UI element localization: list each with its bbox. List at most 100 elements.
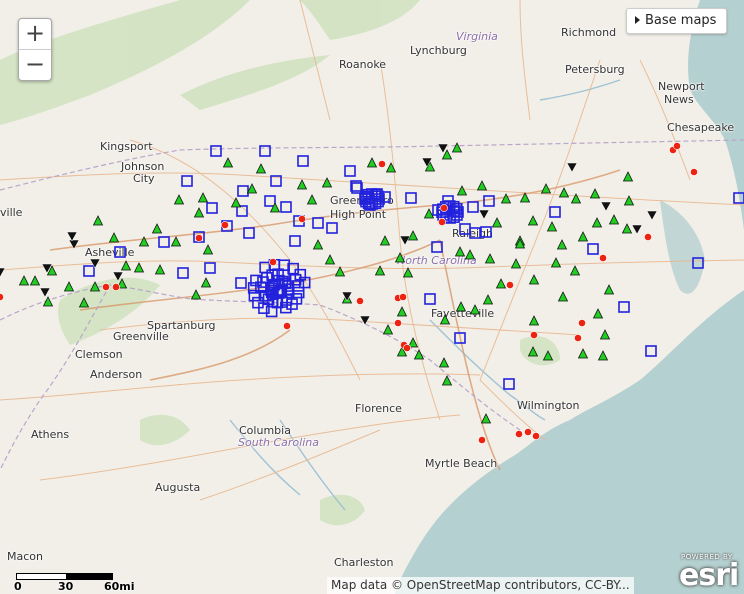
triangle-marker[interactable] [120,260,132,271]
triangle-marker[interactable] [423,208,435,219]
circle-marker[interactable] [403,344,411,352]
triangle-marker[interactable] [556,239,568,250]
triangle-marker[interactable] [321,177,333,188]
square-marker[interactable] [692,257,704,269]
triangle-marker[interactable] [542,350,554,361]
square-marker[interactable] [405,192,417,204]
square-marker[interactable] [236,205,248,217]
triangle-marker[interactable] [18,275,30,286]
triangle-marker[interactable] [197,192,209,203]
square-marker[interactable] [210,145,222,157]
square-marker[interactable] [549,206,561,218]
triangle-marker[interactable] [621,223,633,234]
circle-marker[interactable] [690,168,698,176]
square-marker[interactable] [280,201,292,213]
down-triangle-marker[interactable] [66,231,78,242]
circle-marker[interactable] [599,254,607,262]
triangle-marker[interactable] [394,252,406,263]
triangle-marker[interactable] [269,202,281,213]
square-marker[interactable] [206,202,218,214]
triangle-marker[interactable] [608,214,620,225]
triangle-marker[interactable] [456,185,468,196]
circle-marker[interactable] [399,293,407,301]
triangle-marker[interactable] [396,306,408,317]
down-triangle-marker[interactable] [600,201,612,212]
square-marker[interactable] [312,217,324,229]
triangle-marker[interactable] [385,162,397,173]
square-marker[interactable] [326,222,338,234]
triangle-marker[interactable] [622,171,634,182]
triangle-marker[interactable] [92,215,104,226]
square-marker[interactable] [483,195,495,207]
triangle-marker[interactable] [546,221,558,232]
triangle-marker[interactable] [402,267,414,278]
triangle-marker[interactable] [482,294,494,305]
zoom-out-button[interactable]: − [19,49,51,80]
down-triangle-marker[interactable] [631,224,643,235]
triangle-marker[interactable] [510,258,522,269]
triangle-marker[interactable] [519,192,531,203]
triangle-marker[interactable] [439,314,451,325]
triangle-marker[interactable] [592,308,604,319]
triangle-marker[interactable] [413,349,425,360]
triangle-marker[interactable] [591,217,603,228]
square-marker[interactable] [270,175,282,187]
down-triangle-marker[interactable] [478,209,490,220]
triangle-marker[interactable] [173,194,185,205]
circle-marker[interactable] [0,293,4,301]
triangle-marker[interactable] [374,265,386,276]
triangle-marker[interactable] [441,375,453,386]
triangle-marker[interactable] [577,348,589,359]
circle-marker[interactable] [578,319,586,327]
triangle-marker[interactable] [154,264,166,275]
square-marker[interactable] [83,265,95,277]
circle-marker[interactable] [532,432,540,440]
zoom-in-button[interactable]: + [19,19,51,49]
triangle-marker[interactable] [484,253,496,264]
circle-marker[interactable] [269,258,277,266]
square-marker[interactable] [645,345,657,357]
triangle-marker[interactable] [469,304,481,315]
triangle-marker[interactable] [495,278,507,289]
triangle-marker[interactable] [480,413,492,424]
triangle-marker[interactable] [597,350,609,361]
down-triangle-marker[interactable] [341,291,353,302]
square-marker[interactable] [292,280,305,292]
circle-marker[interactable] [102,283,110,291]
square-marker[interactable] [237,185,249,197]
down-triangle-marker[interactable] [0,267,6,278]
square-marker[interactable] [114,246,126,258]
map-view[interactable]: Lynchburg Virginia Richmond Roanoke Petersbu… [0,0,744,594]
triangle-marker[interactable] [138,236,150,247]
data-markers-layer[interactable] [0,0,744,594]
base-maps-button[interactable]: Base maps [626,8,728,34]
triangle-marker[interactable] [42,296,54,307]
triangle-marker[interactable] [599,329,611,340]
triangle-marker[interactable] [170,236,182,247]
triangle-marker[interactable] [89,281,101,292]
attribution-text[interactable]: Map data © OpenStreetMap contributors, C… [327,577,634,594]
square-marker[interactable] [467,201,479,213]
triangle-marker[interactable] [550,257,562,268]
square-marker[interactable] [264,195,276,207]
triangle-marker[interactable] [151,223,163,234]
circle-marker[interactable] [378,160,386,168]
triangle-marker[interactable] [133,262,145,273]
down-triangle-marker[interactable] [566,162,578,173]
triangle-marker[interactable] [558,187,570,198]
square-marker[interactable] [181,175,193,187]
triangle-marker[interactable] [379,235,391,246]
down-triangle-marker[interactable] [399,235,411,246]
square-marker[interactable] [243,227,255,239]
circle-marker[interactable] [574,334,582,342]
triangle-marker[interactable] [438,357,450,368]
circle-marker[interactable] [438,218,446,226]
circle-marker[interactable] [195,234,203,242]
circle-marker[interactable] [524,428,532,436]
square-marker[interactable] [469,227,481,239]
circle-marker[interactable] [356,297,364,305]
circle-marker[interactable] [112,283,120,291]
triangle-marker[interactable] [366,157,378,168]
triangle-marker[interactable] [306,194,318,205]
circle-marker[interactable] [298,215,306,223]
